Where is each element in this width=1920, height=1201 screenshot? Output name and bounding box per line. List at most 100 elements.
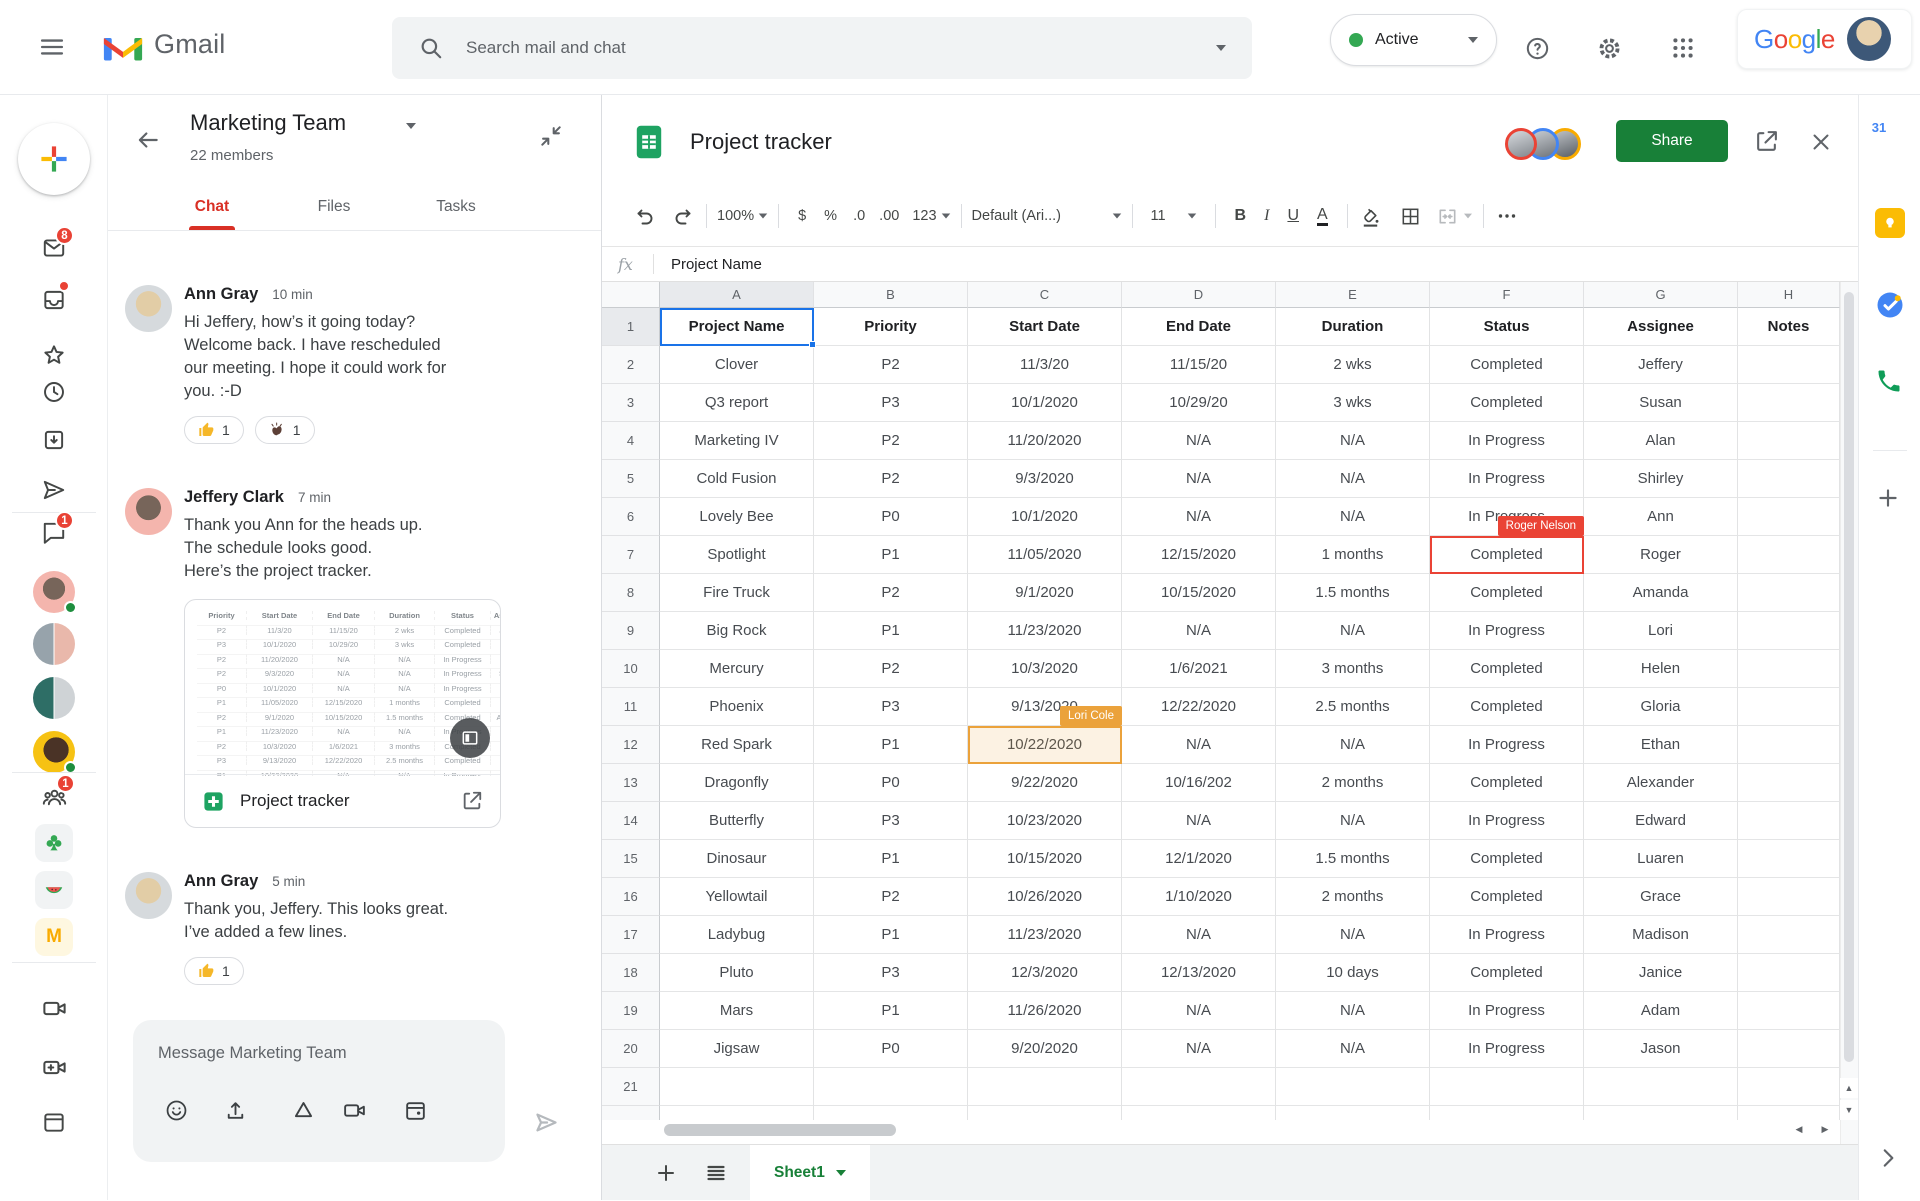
tab-chat[interactable]: Chat (166, 186, 258, 230)
cell-H8[interactable] (1738, 574, 1840, 612)
cell-A20[interactable]: Jigsaw (660, 1030, 814, 1068)
cell-B4[interactable]: P2 (814, 422, 968, 460)
cell-G11[interactable]: Gloria (1584, 688, 1738, 726)
cell-F7[interactable]: Completed (1430, 536, 1584, 574)
message-avatar[interactable] (125, 285, 172, 332)
share-button[interactable]: Share (1616, 120, 1728, 162)
cell-H11[interactable] (1738, 688, 1840, 726)
cell-G12[interactable]: Ethan (1584, 726, 1738, 764)
cell-A21[interactable] (660, 1068, 814, 1106)
row-number[interactable]: 10 (602, 650, 660, 688)
cell-H1[interactable]: Notes (1738, 308, 1840, 346)
underline-button[interactable]: U (1287, 207, 1299, 225)
cell-G17[interactable]: Madison (1584, 916, 1738, 954)
column-header-B[interactable]: B (814, 282, 968, 308)
cell-H4[interactable] (1738, 422, 1840, 460)
cell-D20[interactable]: N/A (1122, 1030, 1276, 1068)
cell-H6[interactable] (1738, 498, 1840, 536)
cell-G15[interactable]: Luaren (1584, 840, 1738, 878)
cell-B8[interactable]: P2 (814, 574, 968, 612)
message-avatar[interactable] (125, 488, 172, 535)
scroll-up-icon[interactable]: ▲ (1840, 1078, 1858, 1098)
scroll-left-icon[interactable]: ◀ (1790, 1119, 1808, 1139)
cell-H14[interactable] (1738, 802, 1840, 840)
number-format-button[interactable]: 123 (912, 208, 950, 224)
cell-E1[interactable]: Duration (1276, 308, 1430, 346)
increase-decimals-button[interactable]: .00 (879, 208, 899, 224)
row-number[interactable]: 11 (602, 688, 660, 726)
cell-F17[interactable]: In Progress (1430, 916, 1584, 954)
cell-E16[interactable]: 2 months (1276, 878, 1430, 916)
cell-E18[interactable]: 10 days (1276, 954, 1430, 992)
cell-E5[interactable]: N/A (1276, 460, 1430, 498)
get-addons-icon[interactable] (1875, 485, 1905, 515)
cell-F11[interactable]: Completed (1430, 688, 1584, 726)
cell-B12[interactable]: P1 (814, 726, 968, 764)
cell-B10[interactable]: P2 (814, 650, 968, 688)
row-number[interactable]: 14 (602, 802, 660, 840)
cell-A11[interactable]: Phoenix (660, 688, 814, 726)
cell-D18[interactable]: 12/13/2020 (1122, 954, 1276, 992)
cell-H5[interactable] (1738, 460, 1840, 498)
redo-icon[interactable] (670, 203, 696, 229)
row-number[interactable]: 12 (602, 726, 660, 764)
cell-H15[interactable] (1738, 840, 1840, 878)
cell-H13[interactable] (1738, 764, 1840, 802)
cell-F12[interactable]: In Progress (1430, 726, 1584, 764)
snoozed-clock-icon[interactable] (41, 379, 67, 405)
expand-panel-chevron-icon[interactable] (1875, 1145, 1905, 1175)
cell-E4[interactable]: N/A (1276, 422, 1430, 460)
cell-E15[interactable]: 1.5 months (1276, 840, 1430, 878)
cell-C20[interactable]: 9/20/2020 (968, 1030, 1122, 1068)
cell-B1[interactable]: Priority (814, 308, 968, 346)
row-number[interactable]: 3 (602, 384, 660, 422)
row-number[interactable]: 2 (602, 346, 660, 384)
cell-H3[interactable] (1738, 384, 1840, 422)
cell-B18[interactable]: P3 (814, 954, 968, 992)
vertical-scrollbar[interactable] (1844, 292, 1854, 1062)
collaborator-avatar[interactable] (1505, 128, 1537, 160)
cell-C7[interactable]: 11/05/2020 (968, 536, 1122, 574)
cell-G18[interactable]: Janice (1584, 954, 1738, 992)
font-selector[interactable]: Default (Ari...) (972, 208, 1122, 224)
cell-H12[interactable] (1738, 726, 1840, 764)
cell-G20[interactable]: Jason (1584, 1030, 1738, 1068)
search-bar[interactable]: Search mail and chat (392, 17, 1252, 79)
search-options-caret-icon[interactable] (1216, 45, 1226, 51)
cell-A10[interactable]: Mercury (660, 650, 814, 688)
cell-D8[interactable]: 10/15/2020 (1122, 574, 1276, 612)
calendar-icon[interactable] (41, 1109, 67, 1135)
cell-G16[interactable]: Grace (1584, 878, 1738, 916)
italic-button[interactable]: I (1264, 207, 1269, 225)
search-icon[interactable] (418, 35, 444, 61)
row-number[interactable]: 13 (602, 764, 660, 802)
cell-G13[interactable]: Alexander (1584, 764, 1738, 802)
cell-A17[interactable]: Ladybug (660, 916, 814, 954)
cell-F4[interactable]: In Progress (1430, 422, 1584, 460)
sheet-tab-sheet1[interactable]: Sheet1 (750, 1145, 870, 1201)
cell-F9[interactable]: In Progress (1430, 612, 1584, 650)
reaction-pill[interactable]: 1 (255, 416, 315, 444)
cell-B21[interactable] (814, 1068, 968, 1106)
cell-G1[interactable]: Assignee (1584, 308, 1738, 346)
row-number[interactable]: 19 (602, 992, 660, 1030)
cell-G10[interactable]: Helen (1584, 650, 1738, 688)
cell-E9[interactable]: N/A (1276, 612, 1430, 650)
cell-C4[interactable]: 11/20/2020 (968, 422, 1122, 460)
cell-C6[interactable]: 10/1/2020 (968, 498, 1122, 536)
cell-G19[interactable]: Adam (1584, 992, 1738, 1030)
cell-H20[interactable] (1738, 1030, 1840, 1068)
tab-files[interactable]: Files (288, 186, 380, 230)
cell-B7[interactable]: P1 (814, 536, 968, 574)
row-number[interactable]: 20 (602, 1030, 660, 1068)
column-header-E[interactable]: E (1276, 282, 1430, 308)
cell-B20[interactable]: P0 (814, 1030, 968, 1068)
meet-video-icon[interactable] (41, 995, 67, 1021)
sheet-attachment-card[interactable]: PriorityStart DateEnd DateDurationStatus… (184, 599, 501, 828)
column-header-D[interactable]: D (1122, 282, 1276, 308)
cell-F19[interactable]: In Progress (1430, 992, 1584, 1030)
conversation-caret-icon[interactable] (406, 123, 416, 129)
cell-D15[interactable]: 12/1/2020 (1122, 840, 1276, 878)
status-selector[interactable]: Active (1330, 14, 1497, 66)
cell-F14[interactable]: In Progress (1430, 802, 1584, 840)
